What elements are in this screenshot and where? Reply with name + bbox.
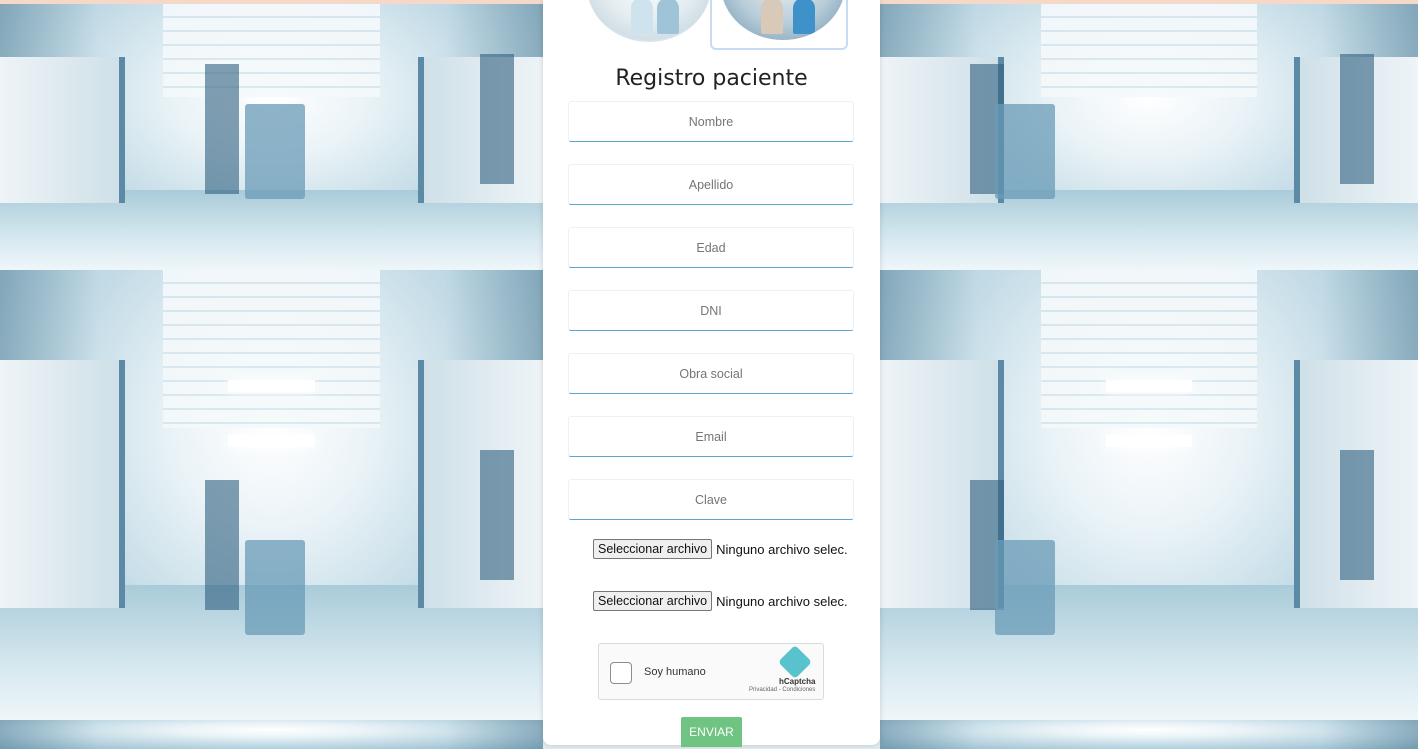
file-status: Ninguno archivo selec.: [716, 541, 848, 557]
select-file-button[interactable]: Seleccionar archivo: [593, 539, 713, 559]
edad-input[interactable]: [569, 228, 853, 269]
file-input-2: Seleccionar archivo Ninguno archivo sele…: [593, 591, 848, 611]
background-tile: [880, 720, 1418, 749]
dni-field[interactable]: [568, 290, 854, 332]
background-tile: [0, 4, 543, 270]
edad-field[interactable]: [568, 227, 854, 269]
background-tile: [0, 270, 543, 720]
file-status: Ninguno archivo selec.: [716, 593, 848, 609]
email-field[interactable]: [568, 416, 854, 458]
apellido-field[interactable]: [568, 164, 854, 206]
doctor-image: [587, 0, 711, 42]
page-title: Registro paciente: [615, 66, 808, 91]
file-input-1: Seleccionar archivo Ninguno archivo sele…: [593, 539, 848, 559]
captcha-label: Soy humano: [644, 666, 706, 678]
captcha-brand: hCaptcha: [779, 677, 816, 686]
hcaptcha-logo-icon: [778, 645, 812, 679]
background-tile: [0, 720, 543, 749]
registration-card: Registro paciente Seleccionar archivo Ni…: [543, 0, 880, 747]
obra-social-field[interactable]: [568, 353, 854, 395]
background-tile: [880, 4, 1418, 270]
select-file-button[interactable]: Seleccionar archivo: [593, 591, 713, 611]
captcha-widget: Soy humano hCaptcha Privacidad - Condici…: [598, 643, 824, 700]
submit-button[interactable]: ENVIAR: [681, 717, 742, 747]
clave-input[interactable]: [569, 480, 853, 521]
captcha-checkbox[interactable]: [610, 662, 632, 684]
email-input[interactable]: [569, 417, 853, 458]
nombre-field[interactable]: [568, 101, 854, 143]
nombre-input[interactable]: [569, 102, 853, 143]
dni-input[interactable]: [569, 291, 853, 332]
captcha-terms-link[interactable]: Privacidad - Condiciones: [749, 687, 815, 693]
clave-field[interactable]: [568, 479, 854, 521]
apellido-input[interactable]: [569, 165, 853, 206]
background-tile: [880, 270, 1418, 720]
obra-social-input[interactable]: [569, 354, 853, 395]
